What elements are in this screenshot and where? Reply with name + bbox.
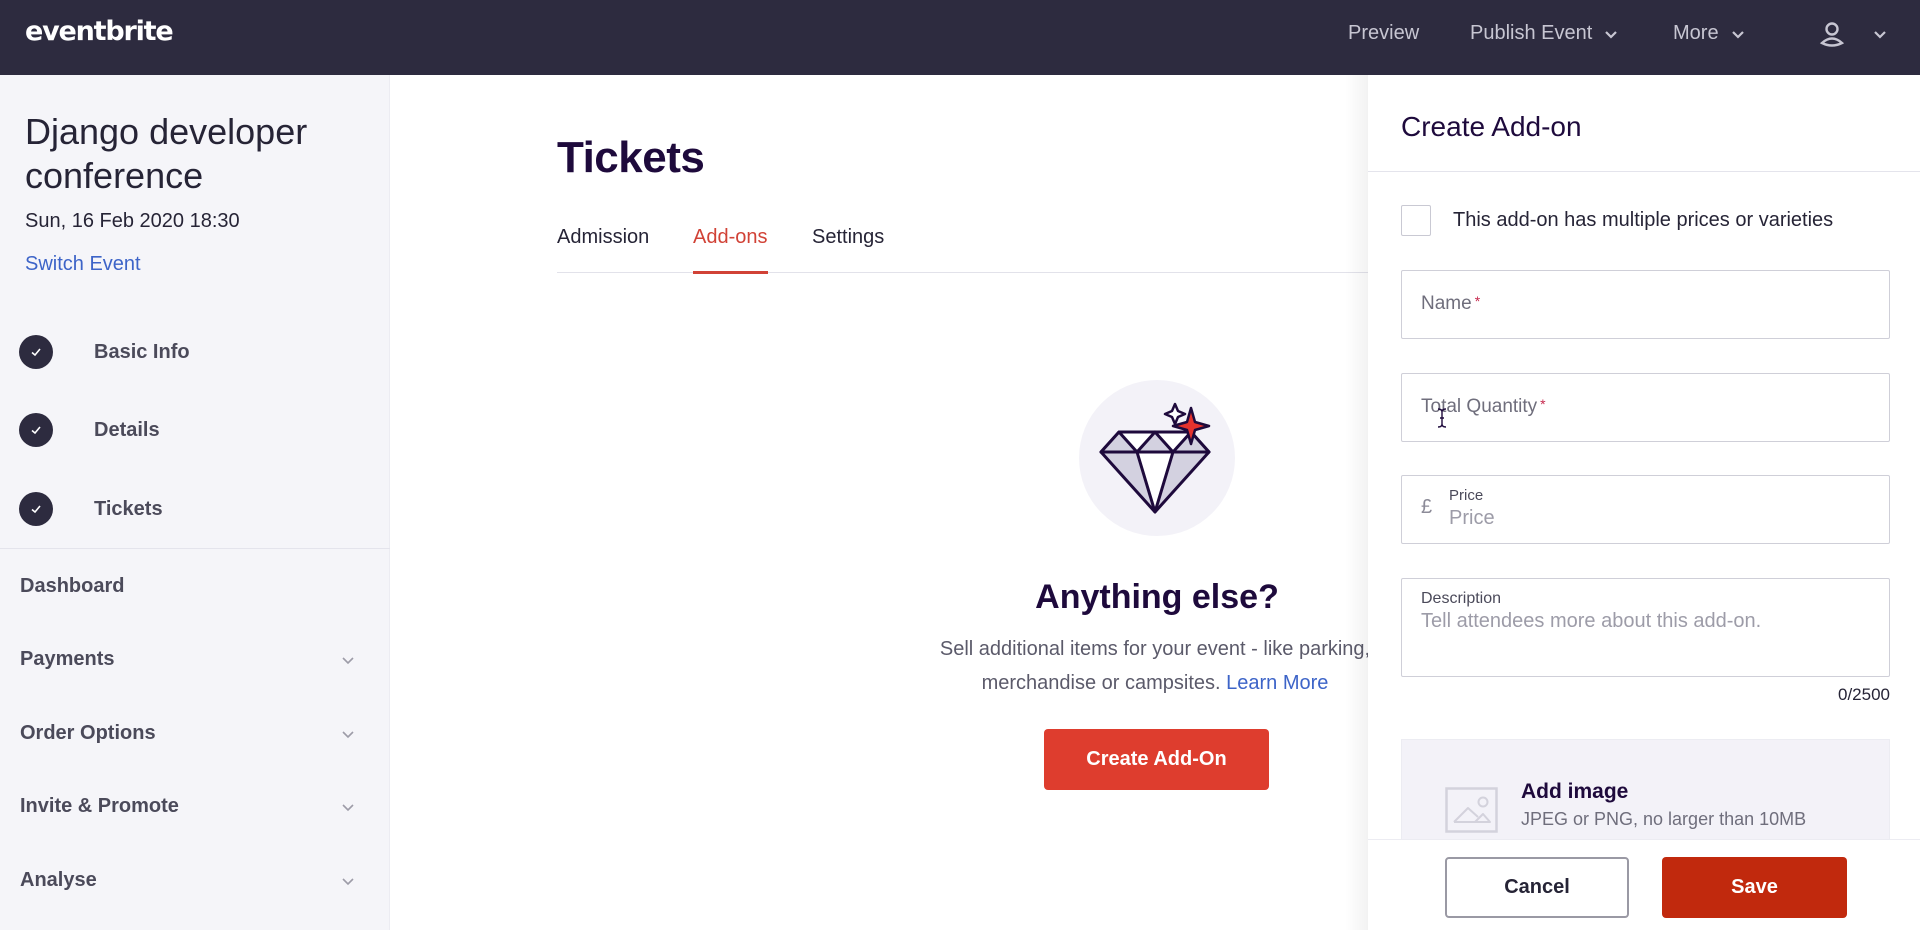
page-title: Tickets bbox=[557, 133, 705, 182]
sidebar-item-label: Dashboard bbox=[20, 575, 125, 597]
eventbrite-logo[interactable]: eventbrite bbox=[25, 16, 174, 47]
price-label: Price bbox=[1449, 487, 1484, 504]
panel-footer: Cancel Save bbox=[1368, 839, 1920, 930]
check-circle-icon bbox=[19, 413, 53, 447]
user-menu-toggle[interactable] bbox=[1873, 27, 1887, 41]
sidebar-item-dashboard[interactable]: Dashboard bbox=[20, 575, 360, 598]
check-circle-icon bbox=[19, 335, 53, 369]
preview-link[interactable]: Preview bbox=[1348, 22, 1419, 45]
panel-divider bbox=[1368, 171, 1920, 172]
required-asterisk: * bbox=[1474, 293, 1481, 309]
multiple-prices-checkbox[interactable] bbox=[1401, 205, 1431, 236]
total-quantity-field[interactable]: Total Quantity * bbox=[1401, 373, 1890, 442]
sidebar-item-label: Invite & Promote bbox=[20, 795, 179, 817]
chevron-down-icon bbox=[342, 730, 354, 738]
sidebar-step-tickets[interactable]: Tickets bbox=[19, 492, 163, 526]
add-image-title: Add image bbox=[1521, 780, 1629, 803]
tab-admission[interactable]: Admission bbox=[557, 226, 649, 273]
image-placeholder-icon bbox=[1445, 787, 1498, 833]
name-placeholder: Name * bbox=[1421, 293, 1480, 315]
required-asterisk: * bbox=[1540, 396, 1546, 412]
text-cursor-icon bbox=[1437, 408, 1447, 428]
empty-state-title: Anything else? bbox=[1035, 578, 1279, 616]
chevron-down-icon bbox=[342, 877, 354, 885]
learn-more-link[interactable]: Learn More bbox=[1226, 672, 1328, 694]
multiple-prices-option: This add-on has multiple prices or varie… bbox=[1401, 205, 1833, 236]
name-placeholder-text: Name bbox=[1421, 293, 1472, 314]
event-title: Django developer conference bbox=[25, 111, 308, 196]
currency-symbol: £ bbox=[1421, 496, 1433, 518]
chevron-down-icon bbox=[1731, 30, 1744, 39]
add-image-subtitle: JPEG or PNG, no larger than 10MB bbox=[1521, 809, 1807, 829]
cancel-button[interactable]: Cancel bbox=[1445, 857, 1629, 918]
user-icon bbox=[1819, 22, 1845, 47]
sidebar-item-invite-promote[interactable]: Invite & Promote bbox=[20, 795, 360, 818]
sidebar-item-label: Payments bbox=[20, 648, 115, 670]
chevron-down-icon bbox=[1605, 30, 1618, 39]
description-char-counter: 0/2500 bbox=[1838, 685, 1890, 704]
sidebar-step-label: Details bbox=[94, 418, 160, 441]
tabs: Admission Add-ons Settings bbox=[557, 226, 1377, 274]
name-field[interactable]: Name * bbox=[1401, 270, 1890, 339]
sidebar-item-payments[interactable]: Payments bbox=[20, 648, 360, 671]
description-label: Description bbox=[1421, 590, 1502, 607]
check-circle-icon bbox=[19, 492, 53, 526]
event-date: Sun, 16 Feb 2020 18:30 bbox=[25, 210, 240, 232]
chevron-down-icon bbox=[1874, 31, 1886, 39]
panel-title: Create Add-on bbox=[1401, 111, 1582, 142]
tab-settings[interactable]: Settings bbox=[812, 226, 884, 273]
description-field[interactable]: Description Tell attendees more about th… bbox=[1401, 578, 1890, 677]
user-menu[interactable] bbox=[1818, 20, 1846, 50]
sidebar-item-label: Order Options bbox=[20, 722, 156, 744]
add-image-dropzone[interactable]: Add image JPEG or PNG, no larger than 10… bbox=[1401, 739, 1890, 844]
preview-label: Preview bbox=[1348, 22, 1420, 44]
switch-event-link[interactable]: Switch Event bbox=[25, 253, 141, 276]
sidebar: Django developer conference Sun, 16 Feb … bbox=[0, 75, 390, 930]
create-add-on-panel: Create Add-on This add-on has multiple p… bbox=[1368, 75, 1920, 930]
create-add-on-button[interactable]: Create Add-On bbox=[1044, 729, 1269, 790]
price-field[interactable]: £ Price Price bbox=[1401, 475, 1890, 544]
description-placeholder: Tell attendees more about this add-on. bbox=[1421, 610, 1762, 632]
sidebar-divider bbox=[0, 548, 390, 549]
more-menu[interactable]: More bbox=[1673, 22, 1745, 45]
sidebar-item-label: Analyse bbox=[20, 869, 97, 891]
panel-shadow bbox=[1345, 75, 1368, 930]
diamond-icon bbox=[1099, 402, 1211, 514]
sidebar-item-order-options[interactable]: Order Options bbox=[20, 722, 360, 745]
publish-event-menu[interactable]: Publish Event bbox=[1470, 22, 1618, 45]
empty-state-illustration bbox=[1079, 380, 1235, 536]
sidebar-step-label: Tickets bbox=[94, 497, 163, 520]
chevron-down-icon bbox=[342, 803, 354, 811]
top-navbar: eventbrite Preview Publish Event More bbox=[0, 0, 1920, 75]
save-button[interactable]: Save bbox=[1662, 857, 1847, 918]
more-label: More bbox=[1673, 22, 1719, 44]
sidebar-step-basic-info[interactable]: Basic Info bbox=[19, 335, 190, 369]
sidebar-item-analyse[interactable]: Analyse bbox=[20, 869, 360, 892]
publish-event-label: Publish Event bbox=[1470, 22, 1593, 44]
sidebar-step-label: Basic Info bbox=[94, 340, 190, 363]
tab-add-ons[interactable]: Add-ons bbox=[693, 226, 768, 274]
sidebar-step-details[interactable]: Details bbox=[19, 413, 160, 447]
price-placeholder: Price bbox=[1449, 507, 1495, 529]
empty-state-description: Sell additional items for your event - l… bbox=[930, 632, 1380, 700]
multiple-prices-label[interactable]: This add-on has multiple prices or varie… bbox=[1453, 209, 1833, 232]
chevron-down-icon bbox=[342, 656, 354, 664]
